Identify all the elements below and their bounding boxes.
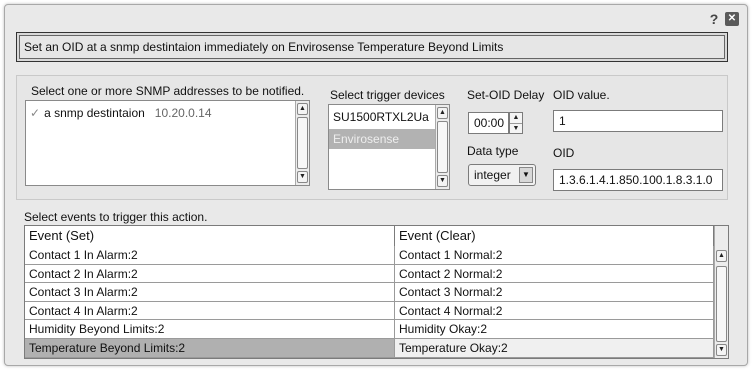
scroll-thumb[interactable] [716, 266, 727, 342]
table-row[interactable]: Contact 3 In Alarm:2 Contact 3 Normal:2 [25, 283, 714, 302]
device-item-selected[interactable]: Envirosense [329, 129, 435, 149]
oid-value-label: OID value. [553, 88, 610, 102]
datatype-select[interactable]: integer ▼ [468, 164, 536, 186]
action-description-text[interactable]: Set an OID at a snmp destintaion immedia… [19, 35, 725, 59]
stepper-down-icon[interactable]: ▼ [510, 123, 522, 133]
scroll-thumb[interactable] [437, 121, 448, 173]
device-list-scrollbar[interactable]: ▲ ▼ [435, 105, 449, 189]
event-set-cell: Humidity Beyond Limits:2 [25, 320, 395, 338]
snmp-label: Select one or more SNMP addresses to be … [31, 84, 305, 98]
event-set-cell: Temperature Beyond Limits:2 [25, 338, 395, 357]
scroll-up-icon[interactable]: ▲ [437, 107, 448, 119]
scroll-down-icon[interactable]: ▼ [716, 344, 727, 356]
scroll-thumb[interactable] [297, 117, 308, 169]
table-row-selected[interactable]: Temperature Beyond Limits:2 Temperature … [25, 338, 714, 358]
datatype-label: Data type [467, 144, 519, 158]
event-clear-cell: Contact 2 Normal:2 [395, 264, 714, 283]
device-item[interactable]: SU1500RTXL2Ua [329, 107, 435, 127]
scroll-up-icon[interactable]: ▲ [716, 250, 727, 262]
action-description-box[interactable]: Set an OID at a snmp destintaion immedia… [16, 32, 728, 62]
event-set-cell: Contact 1 In Alarm:2 [25, 246, 395, 264]
column-header-clear[interactable]: Event (Clear) [395, 226, 714, 246]
delay-stepper[interactable]: ▲ ▼ [509, 112, 523, 134]
scroll-up-icon[interactable]: ▲ [297, 103, 308, 115]
check-icon: ✓ [30, 106, 41, 120]
oid-label: OID [553, 146, 575, 160]
events-label: Select events to trigger this action. [24, 210, 208, 224]
oid-input[interactable]: 1.3.6.1.4.1.850.100.1.8.3.1.0 [553, 169, 723, 191]
column-header-set[interactable]: Event (Set) [25, 226, 395, 246]
scroll-down-icon[interactable]: ▼ [297, 171, 308, 183]
event-clear-cell: Humidity Okay:2 [395, 320, 714, 338]
oid-value-input[interactable]: 1 [553, 110, 723, 132]
datatype-value: integer [474, 168, 511, 182]
chevron-down-icon[interactable]: ▼ [519, 167, 533, 183]
event-clear-cell: Contact 3 Normal:2 [395, 283, 714, 301]
table-row[interactable]: Contact 1 In Alarm:2 Contact 1 Normal:2 [25, 246, 714, 265]
close-icon[interactable]: ✕ [725, 12, 739, 26]
snmp-item-name: a snmp destintaion [44, 106, 145, 120]
events-table[interactable]: Event (Set) Event (Clear) Contact 1 In A… [24, 225, 729, 359]
table-header: Event (Set) Event (Clear) [25, 226, 714, 246]
event-set-cell: Contact 2 In Alarm:2 [25, 264, 395, 283]
event-clear-cell: Contact 1 Normal:2 [395, 246, 714, 264]
delay-input[interactable]: 00:00 [468, 112, 509, 134]
snmp-address-list[interactable]: ✓ a snmp destintaion 10.20.0.14 ▲ ▼ [25, 100, 310, 186]
help-icon[interactable]: ? [707, 11, 721, 27]
event-clear-cell: Temperature Okay:2 [395, 338, 714, 357]
devices-label: Select trigger devices [330, 88, 445, 102]
scroll-down-icon[interactable]: ▼ [437, 175, 448, 187]
table-row[interactable]: Contact 4 In Alarm:2 Contact 4 Normal:2 [25, 301, 714, 321]
delay-label: Set-OID Delay [467, 88, 545, 102]
stepper-up-icon[interactable]: ▲ [510, 113, 522, 123]
event-set-cell: Contact 4 In Alarm:2 [25, 301, 395, 320]
snmp-list-scrollbar[interactable]: ▲ ▼ [295, 101, 309, 185]
events-scrollbar[interactable]: ▲ ▼ [714, 226, 728, 358]
snmp-list-item[interactable]: ✓ a snmp destintaion 10.20.0.14 [30, 106, 212, 120]
title-controls: ? ✕ [707, 11, 739, 27]
event-clear-cell: Contact 4 Normal:2 [395, 301, 714, 320]
table-row[interactable]: Contact 2 In Alarm:2 Contact 2 Normal:2 [25, 264, 714, 284]
event-set-cell: Contact 3 In Alarm:2 [25, 283, 395, 301]
snmp-item-ip: 10.20.0.14 [154, 106, 212, 120]
table-body: Contact 1 In Alarm:2 Contact 1 Normal:2 … [25, 246, 714, 358]
trigger-device-list[interactable]: SU1500RTXL2Ua Envirosense ▲ ▼ [328, 104, 450, 190]
table-row[interactable]: Humidity Beyond Limits:2 Humidity Okay:2 [25, 320, 714, 339]
